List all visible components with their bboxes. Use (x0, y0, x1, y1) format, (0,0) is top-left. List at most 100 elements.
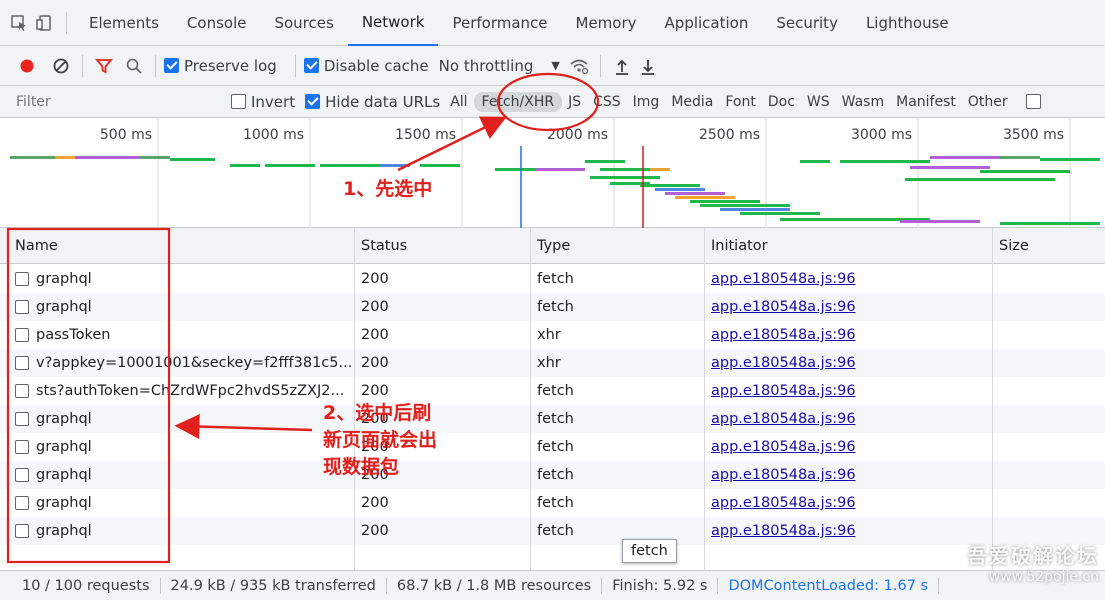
divider (599, 54, 601, 77)
type-filter-img[interactable]: Img (627, 92, 666, 112)
initiator-link[interactable]: app.e180548a.js:96 (711, 467, 856, 483)
column-divider (530, 228, 531, 570)
column-header-status[interactable]: Status (354, 228, 530, 263)
type-filter-other[interactable]: Other (962, 92, 1014, 112)
initiator-link[interactable]: app.e180548a.js:96 (711, 383, 856, 399)
throttling-select[interactable]: No throttling ▼ (439, 57, 560, 75)
timeline-overview[interactable]: 500 ms 1000 ms 1500 ms 2000 ms 2500 ms 3000 m… (0, 118, 1105, 228)
import-har-icon[interactable] (609, 53, 635, 79)
request-name: graphql (36, 411, 92, 427)
table-row[interactable]: graphql 200 fetch app.e180548a.js:96 (0, 517, 1105, 545)
table-row[interactable]: graphql 200 fetch app.e180548a.js:96 (0, 405, 1105, 433)
request-name-cell[interactable]: graphql (8, 405, 354, 433)
request-name-cell[interactable]: graphql (8, 293, 354, 321)
table-row[interactable]: graphql 200 fetch app.e180548a.js:96 (0, 293, 1105, 321)
divider (155, 54, 156, 77)
request-name-cell[interactable]: graphql (8, 461, 354, 489)
disable-cache-checkbox[interactable]: Disable cache (303, 57, 429, 75)
table-row[interactable]: sts?authToken=ChZrdWFpc2hvdS5zZXJ2... 200… (0, 377, 1105, 405)
tab-lighthouse[interactable]: Lighthouse (852, 0, 963, 46)
tab-memory[interactable]: Memory (562, 0, 651, 46)
checkbox-unchecked[interactable] (1025, 94, 1041, 109)
initiator-link[interactable]: app.e180548a.js:96 (711, 327, 856, 343)
type-filter-all[interactable]: All (444, 92, 473, 112)
request-name-cell[interactable]: graphql (8, 489, 354, 517)
hide-data-urls-checkbox[interactable]: Hide data URLs (305, 93, 440, 111)
type-filter-js[interactable]: JS (562, 92, 587, 112)
type-filter-css[interactable]: CSS (587, 92, 627, 112)
search-icon[interactable] (121, 53, 147, 79)
request-initiator: app.e180548a.js:96 (704, 517, 992, 545)
filter-input[interactable] (0, 88, 225, 115)
column-header-initiator[interactable]: Initiator (704, 228, 992, 263)
column-header-name[interactable]: Name (8, 228, 354, 263)
type-filter-media[interactable]: Media (665, 92, 719, 112)
initiator-link[interactable]: app.e180548a.js:96 (711, 271, 856, 287)
request-name-cell[interactable]: graphql (8, 517, 354, 545)
request-name-cell[interactable]: sts?authToken=ChZrdWFpc2hvdS5zZXJ2... (8, 377, 354, 405)
initiator-link[interactable]: app.e180548a.js:96 (711, 355, 856, 371)
record-icon[interactable] (14, 53, 40, 79)
inspect-element-icon[interactable] (6, 10, 32, 36)
device-toolbar-icon[interactable] (32, 10, 58, 36)
type-filter-doc[interactable]: Doc (762, 92, 801, 112)
file-icon (15, 328, 29, 342)
type-filter-font[interactable]: Font (719, 92, 761, 112)
filter-bar: Invert Hide data URLs AllFetch/XHRJSCSSI… (0, 86, 1105, 118)
timeline-request-bar (320, 164, 380, 167)
type-filter-ws[interactable]: WS (801, 92, 836, 112)
resource-type-filters: All Fetch/XHR JS CSS Img Media Font Doc WS Wasm Ma… (444, 91, 1014, 112)
request-name-cell[interactable]: graphql (8, 265, 354, 293)
request-status: 200 (361, 299, 389, 315)
request-status: 200 (361, 327, 389, 343)
column-header-size[interactable]: Size (992, 228, 1105, 263)
divider (66, 11, 67, 34)
initiator-link[interactable]: app.e180548a.js:96 (711, 495, 856, 511)
column-header-type[interactable]: Type (530, 228, 704, 263)
type-filter-manifest[interactable]: Manifest (890, 92, 962, 112)
timeline-request-bar (1000, 222, 1100, 225)
invert-checkbox[interactable]: Invert (231, 93, 295, 111)
initiator-link[interactable]: app.e180548a.js:96 (711, 439, 856, 455)
preserve-log-checkbox[interactable]: Preserve log (164, 57, 277, 75)
checkbox-checked[interactable] (164, 58, 179, 73)
type-filter-wasm[interactable]: Wasm (836, 92, 890, 112)
initiator-link[interactable]: app.e180548a.js:96 (711, 299, 856, 315)
tab-performance[interactable]: Performance (438, 0, 561, 46)
finish-time: Finish: 5.92 s (602, 577, 719, 594)
tab-elements[interactable]: Elements (75, 0, 173, 46)
watermark-url: www.52pojie.cn (988, 569, 1099, 585)
tab-sources[interactable]: Sources (260, 0, 347, 46)
checkbox-checked[interactable] (303, 58, 319, 73)
request-name-cell[interactable]: graphql (8, 433, 354, 461)
request-table: Name Status Type Initiator Size graphql 2… (0, 228, 1105, 570)
request-name-cell[interactable]: v?appkey=10001001&seckey=f2fff381c5... (8, 349, 354, 377)
table-row[interactable]: graphql 200 fetch app.e180548a.js:96 (0, 433, 1105, 461)
network-conditions-icon[interactable] (566, 53, 592, 79)
tab-console[interactable]: Console (173, 0, 261, 46)
request-name-cell[interactable]: passToken (8, 321, 354, 349)
file-icon (15, 384, 29, 398)
tab-application[interactable]: Application (651, 0, 763, 46)
initiator-link[interactable]: app.e180548a.js:96 (711, 411, 856, 427)
clear-icon[interactable] (48, 53, 74, 79)
request-initiator: app.e180548a.js:96 (704, 489, 992, 517)
table-row[interactable]: graphql 200 fetch app.e180548a.js:96 (0, 489, 1105, 517)
table-row[interactable]: v?appkey=10001001&seckey=f2fff381c5... 20… (0, 349, 1105, 377)
table-row[interactable]: passToken 200 xhr app.e180548a.js:96 (0, 321, 1105, 349)
request-type: fetch (537, 467, 574, 483)
filter-icon[interactable] (91, 53, 117, 79)
checkbox-unchecked[interactable] (231, 94, 246, 109)
tab-network[interactable]: Network (347, 0, 439, 46)
tab-security[interactable]: Security (762, 0, 852, 46)
type-filter-fetch-xhr[interactable]: Fetch/XHR (473, 91, 563, 112)
table-row[interactable]: graphql 200 fetch app.e180548a.js:96 (0, 461, 1105, 489)
timeline-request-bar (380, 164, 410, 167)
checkbox-checked[interactable] (305, 94, 321, 109)
table-row[interactable]: graphql 200 fetch app.e180548a.js:96 (0, 265, 1105, 293)
file-icon (15, 524, 29, 538)
file-icon (15, 496, 29, 510)
export-har-icon[interactable] (635, 53, 661, 79)
initiator-link[interactable]: app.e180548a.js:96 (711, 523, 856, 539)
request-initiator: app.e180548a.js:96 (704, 293, 992, 321)
